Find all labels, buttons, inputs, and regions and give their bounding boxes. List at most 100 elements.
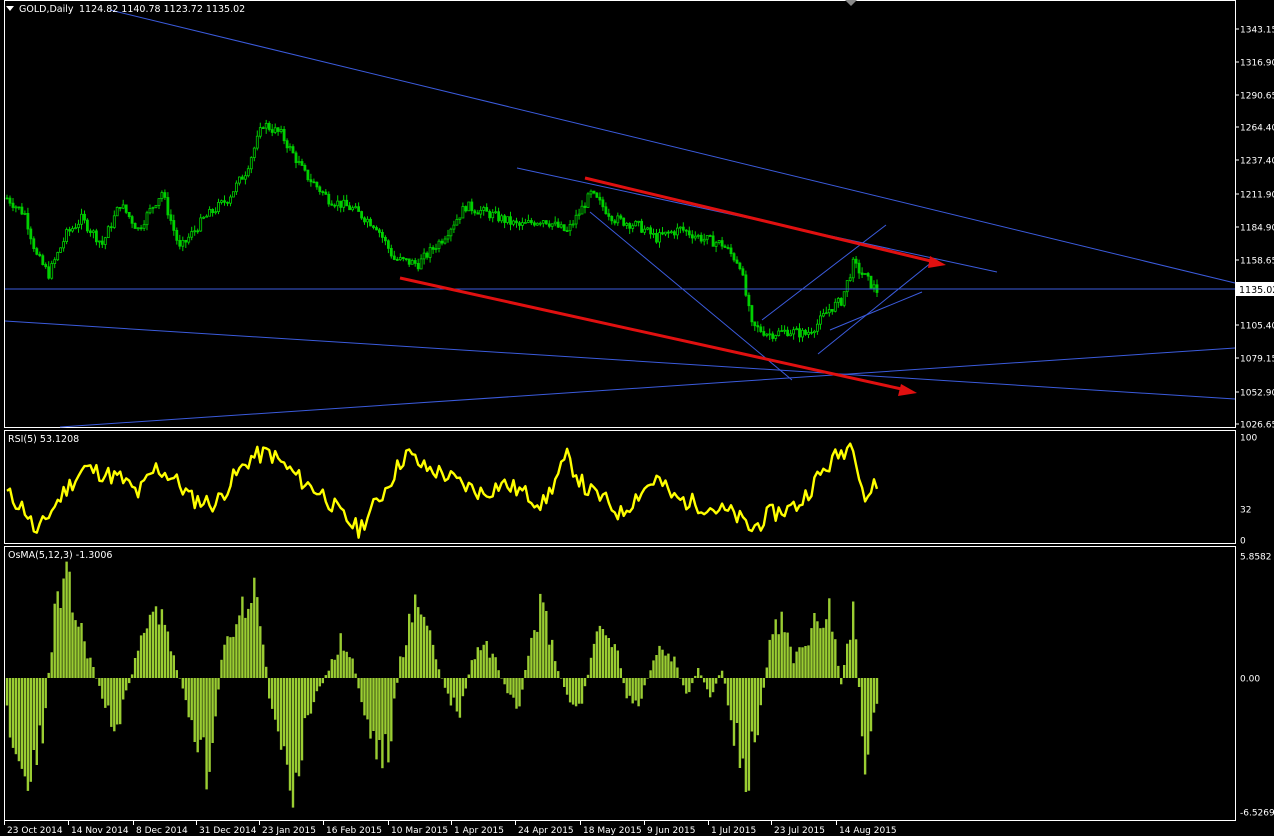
candle-body [208, 208, 212, 217]
candle-body [190, 231, 194, 238]
osma-bar [825, 619, 828, 678]
candle-body [389, 247, 393, 257]
ohlc-values: 1124.82 1140.78 1123.72 1135.02 [79, 4, 245, 15]
current-price-label: 1135.02 [1236, 282, 1274, 296]
candle-body [303, 164, 307, 171]
osma-bar [741, 678, 745, 759]
candle-body [538, 222, 542, 225]
osma-bar [136, 650, 140, 678]
candle-body [398, 257, 402, 261]
osma-bar [482, 644, 485, 678]
candle-body [279, 128, 283, 132]
osma-bar [366, 678, 369, 720]
candle-body [652, 232, 655, 235]
candle-body [86, 219, 89, 232]
price-tick-label: 1343.15 [1240, 26, 1274, 36]
osma-bar [801, 647, 804, 678]
osma-bar [199, 678, 202, 740]
osma-bar [113, 678, 116, 732]
candle-body [819, 315, 822, 325]
candle-body [762, 331, 766, 336]
osma-bar [506, 678, 509, 694]
osma-bar [220, 659, 223, 678]
candle-body [431, 247, 435, 250]
candle-body [68, 229, 71, 232]
osma-bar [139, 635, 143, 678]
candle-body [437, 240, 441, 249]
current-price-text: 1135.02 [1239, 285, 1274, 296]
osma-bar [384, 678, 387, 735]
candle-body [74, 227, 77, 230]
osma-bar [443, 678, 447, 688]
candle-body [750, 305, 754, 323]
osma-bar [768, 639, 771, 678]
osma-bar [348, 657, 351, 678]
osma-bar [664, 655, 667, 678]
osma-bar [14, 678, 18, 755]
mt4-chart-window[interactable]: 1343.15 1316.90 1290.65 1264.40 1237.40 1211.… [0, 0, 1274, 836]
candle-body [643, 228, 646, 233]
osma-bar [706, 678, 709, 690]
candle-body [243, 175, 247, 180]
osma-bar [32, 678, 35, 750]
candle-body [264, 123, 268, 129]
osma-bar [786, 632, 789, 678]
osma-bar [119, 678, 122, 725]
candle-body [848, 277, 852, 281]
candle-body [187, 236, 191, 243]
osma-bar [59, 608, 62, 678]
osma-bar [178, 678, 181, 679]
osma-bar [11, 678, 15, 748]
candle-body [354, 206, 358, 209]
candle-body [631, 225, 635, 229]
osma-bar [262, 644, 265, 678]
candle-body [872, 284, 876, 289]
osma-bar [142, 632, 146, 678]
osma-bar [71, 612, 74, 678]
candle-body [11, 202, 15, 208]
candle-body [375, 227, 378, 231]
candle-body [577, 213, 581, 216]
candle-body [860, 272, 864, 275]
osma-bar [604, 635, 608, 678]
osma-bar [616, 650, 619, 678]
osma-bar [589, 657, 593, 678]
osma-bar [232, 636, 235, 678]
osma-bar [285, 678, 289, 765]
candle-body [395, 258, 399, 261]
osma-bar [804, 646, 807, 678]
osma-bar [509, 678, 512, 695]
candle-body [273, 127, 277, 133]
osma-bar [461, 678, 465, 697]
osma-bar [771, 634, 774, 678]
osma-bar [557, 671, 560, 678]
date-tick-label: 14 Aug 2015 [839, 826, 897, 836]
osma-bar [774, 619, 777, 678]
osma-bar [789, 646, 792, 678]
candle-body [792, 329, 795, 335]
osma-bar [720, 670, 724, 678]
osma-bar [428, 630, 432, 678]
osma-bar [560, 678, 563, 679]
candle-body [589, 190, 593, 195]
candle-body [312, 181, 316, 184]
candle-body [625, 223, 629, 226]
candle-body [592, 190, 596, 194]
osma-bar [667, 653, 670, 678]
candle-body [535, 222, 539, 226]
candle-body [583, 205, 587, 208]
osma-bar [363, 678, 366, 716]
candle-body [363, 217, 366, 223]
candle-body [29, 228, 33, 240]
osma-bar [780, 611, 783, 678]
date-tick-label: 23 Jul 2015 [774, 826, 825, 836]
candle-body [160, 192, 164, 200]
candle-body [857, 262, 861, 274]
osma-bar [726, 678, 730, 706]
osma-bar [387, 678, 390, 763]
osma-bar [503, 678, 506, 685]
osma-bar [393, 678, 396, 699]
osma-bar [527, 655, 530, 678]
osma-bar [238, 615, 241, 678]
osma-bar [697, 668, 700, 678]
